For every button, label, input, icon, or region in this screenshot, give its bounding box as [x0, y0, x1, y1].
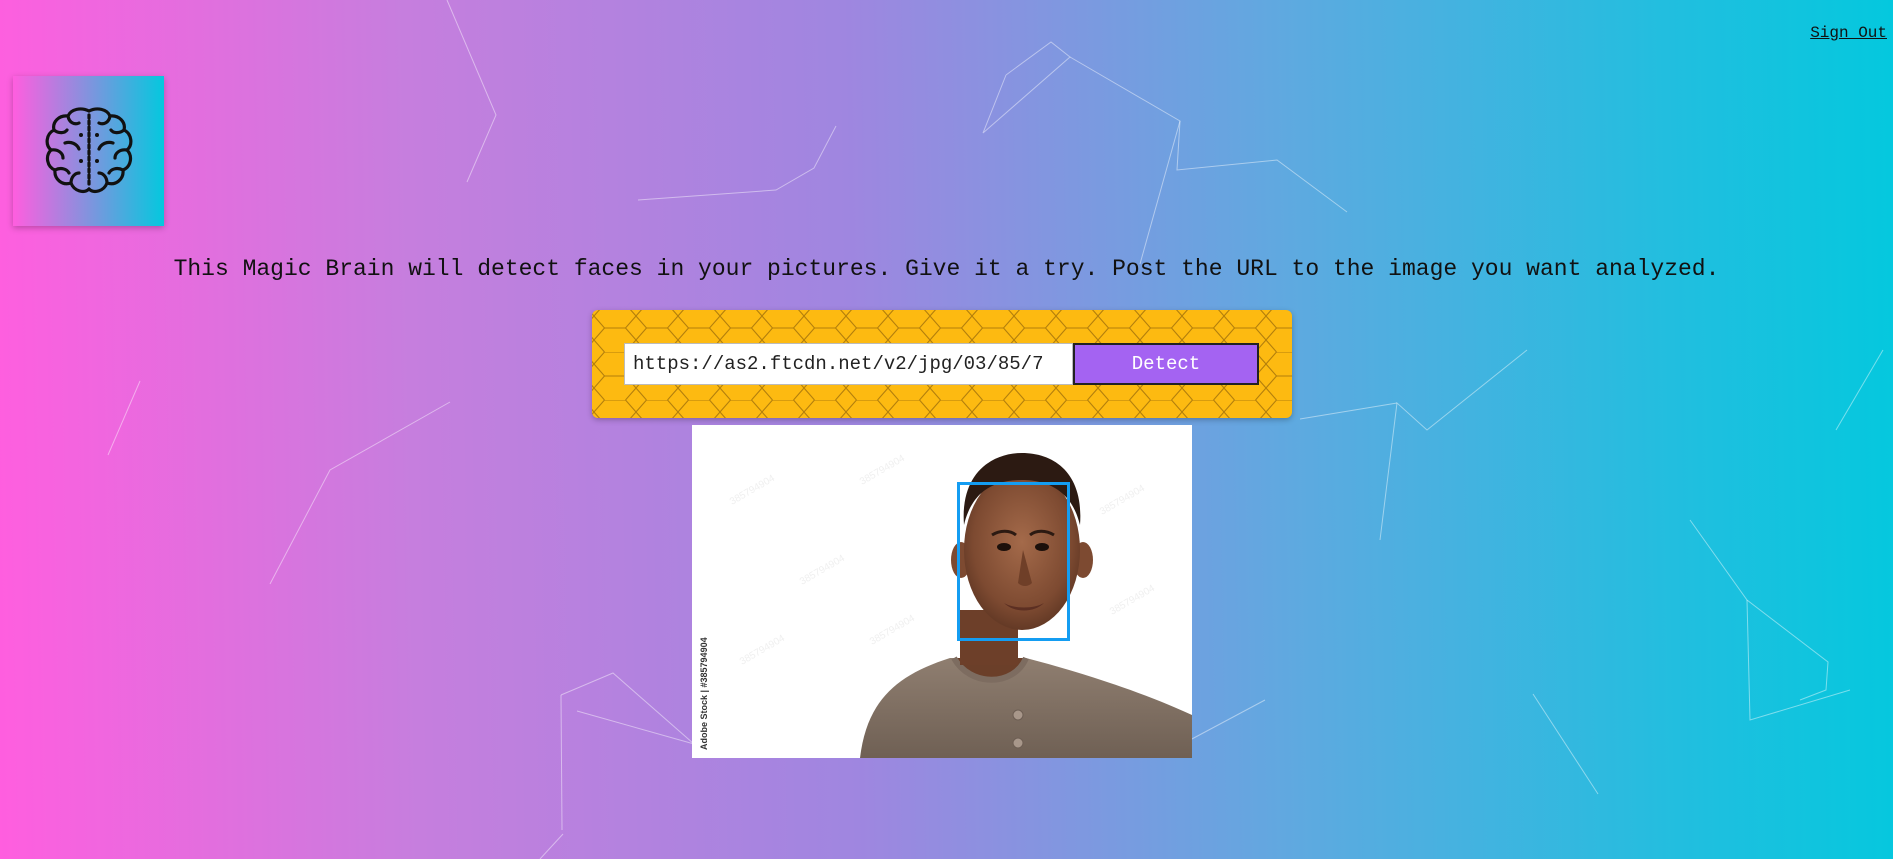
brain-icon — [45, 107, 132, 194]
logo — [13, 76, 164, 226]
detect-button[interactable]: Detect — [1073, 343, 1259, 385]
watermark-text: Adobe Stock | #385794904 — [699, 637, 709, 750]
portrait-photo: 385794904 385794904 385794904 385794904 … — [692, 425, 1192, 758]
url-form: Detect — [592, 310, 1292, 418]
face-bounding-box — [957, 481, 1070, 642]
sign-out-link[interactable]: Sign Out — [1810, 24, 1887, 42]
tagline-text: This Magic Brain will detect faces in yo… — [173, 256, 1720, 282]
analyzed-image: 385794904 385794904 385794904 385794904 … — [692, 425, 1192, 758]
image-url-input[interactable] — [624, 343, 1073, 385]
